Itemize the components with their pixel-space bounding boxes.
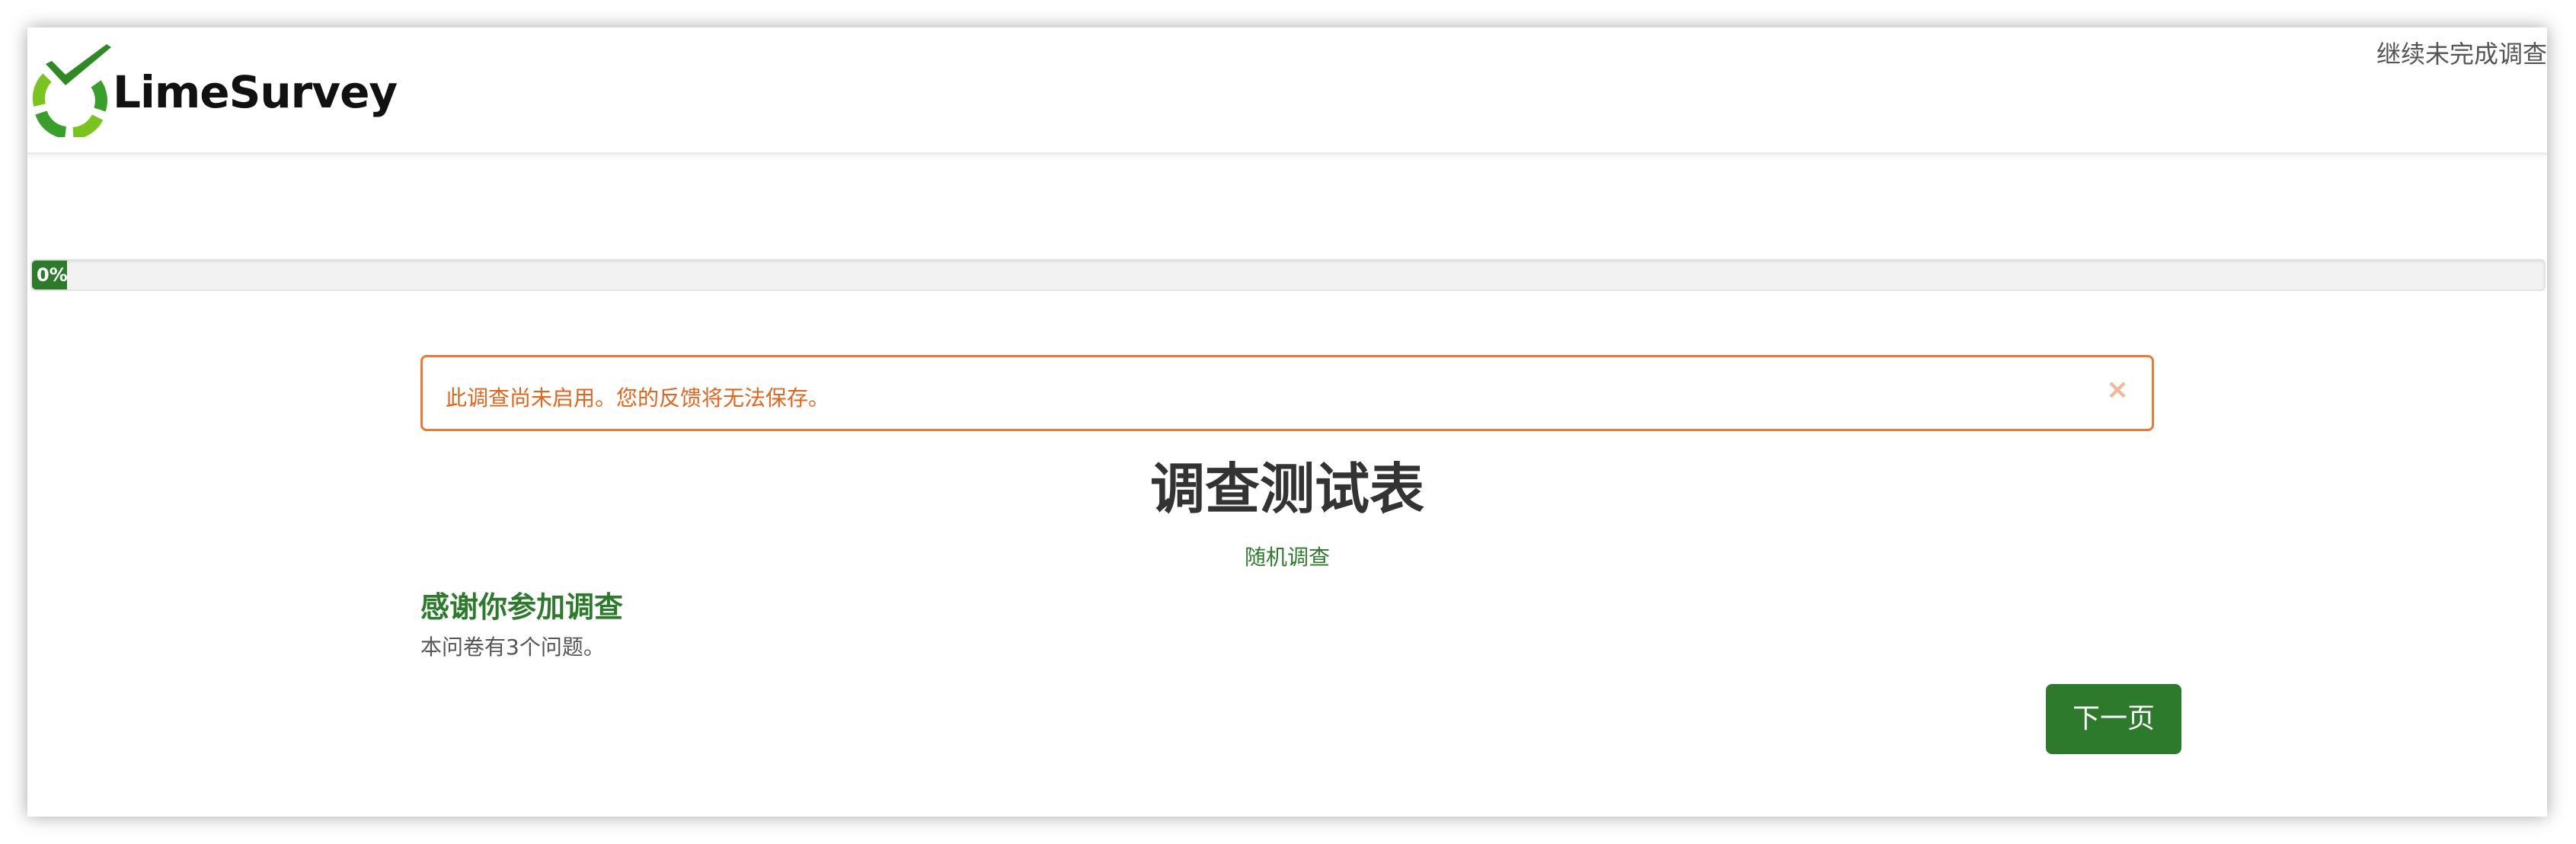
resume-survey-link[interactable]: 继续未完成调查 xyxy=(2376,35,2547,70)
limesurvey-logo-icon xyxy=(32,44,111,137)
header-bar: LimeSurvey 继续未完成调查 xyxy=(27,27,2547,155)
survey-window: LimeSurvey 继续未完成调查 0% 此调查尚未启用。您的反馈将无法保存。… xyxy=(27,27,2547,817)
survey-subtitle: 随机调查 xyxy=(1244,545,1330,570)
alert-message: 此调查尚未启用。您的反馈将无法保存。 xyxy=(446,385,830,411)
progress-label: 0% xyxy=(37,264,68,286)
next-page-button[interactable]: 下一页 xyxy=(2046,684,2181,754)
close-icon[interactable]: × xyxy=(2106,374,2129,405)
survey-inactive-alert: 此调查尚未启用。您的反馈将无法保存。 × xyxy=(420,355,2154,431)
logo-text: LimeSurvey xyxy=(113,66,398,118)
progress-bar: 0% xyxy=(30,259,2546,291)
question-count-text: 本问卷有3个问题。 xyxy=(420,635,605,660)
survey-title: 调查测试表 xyxy=(1149,457,1424,521)
limesurvey-logo[interactable]: LimeSurvey xyxy=(32,38,398,137)
welcome-heading: 感谢你参加调查 xyxy=(420,590,624,624)
